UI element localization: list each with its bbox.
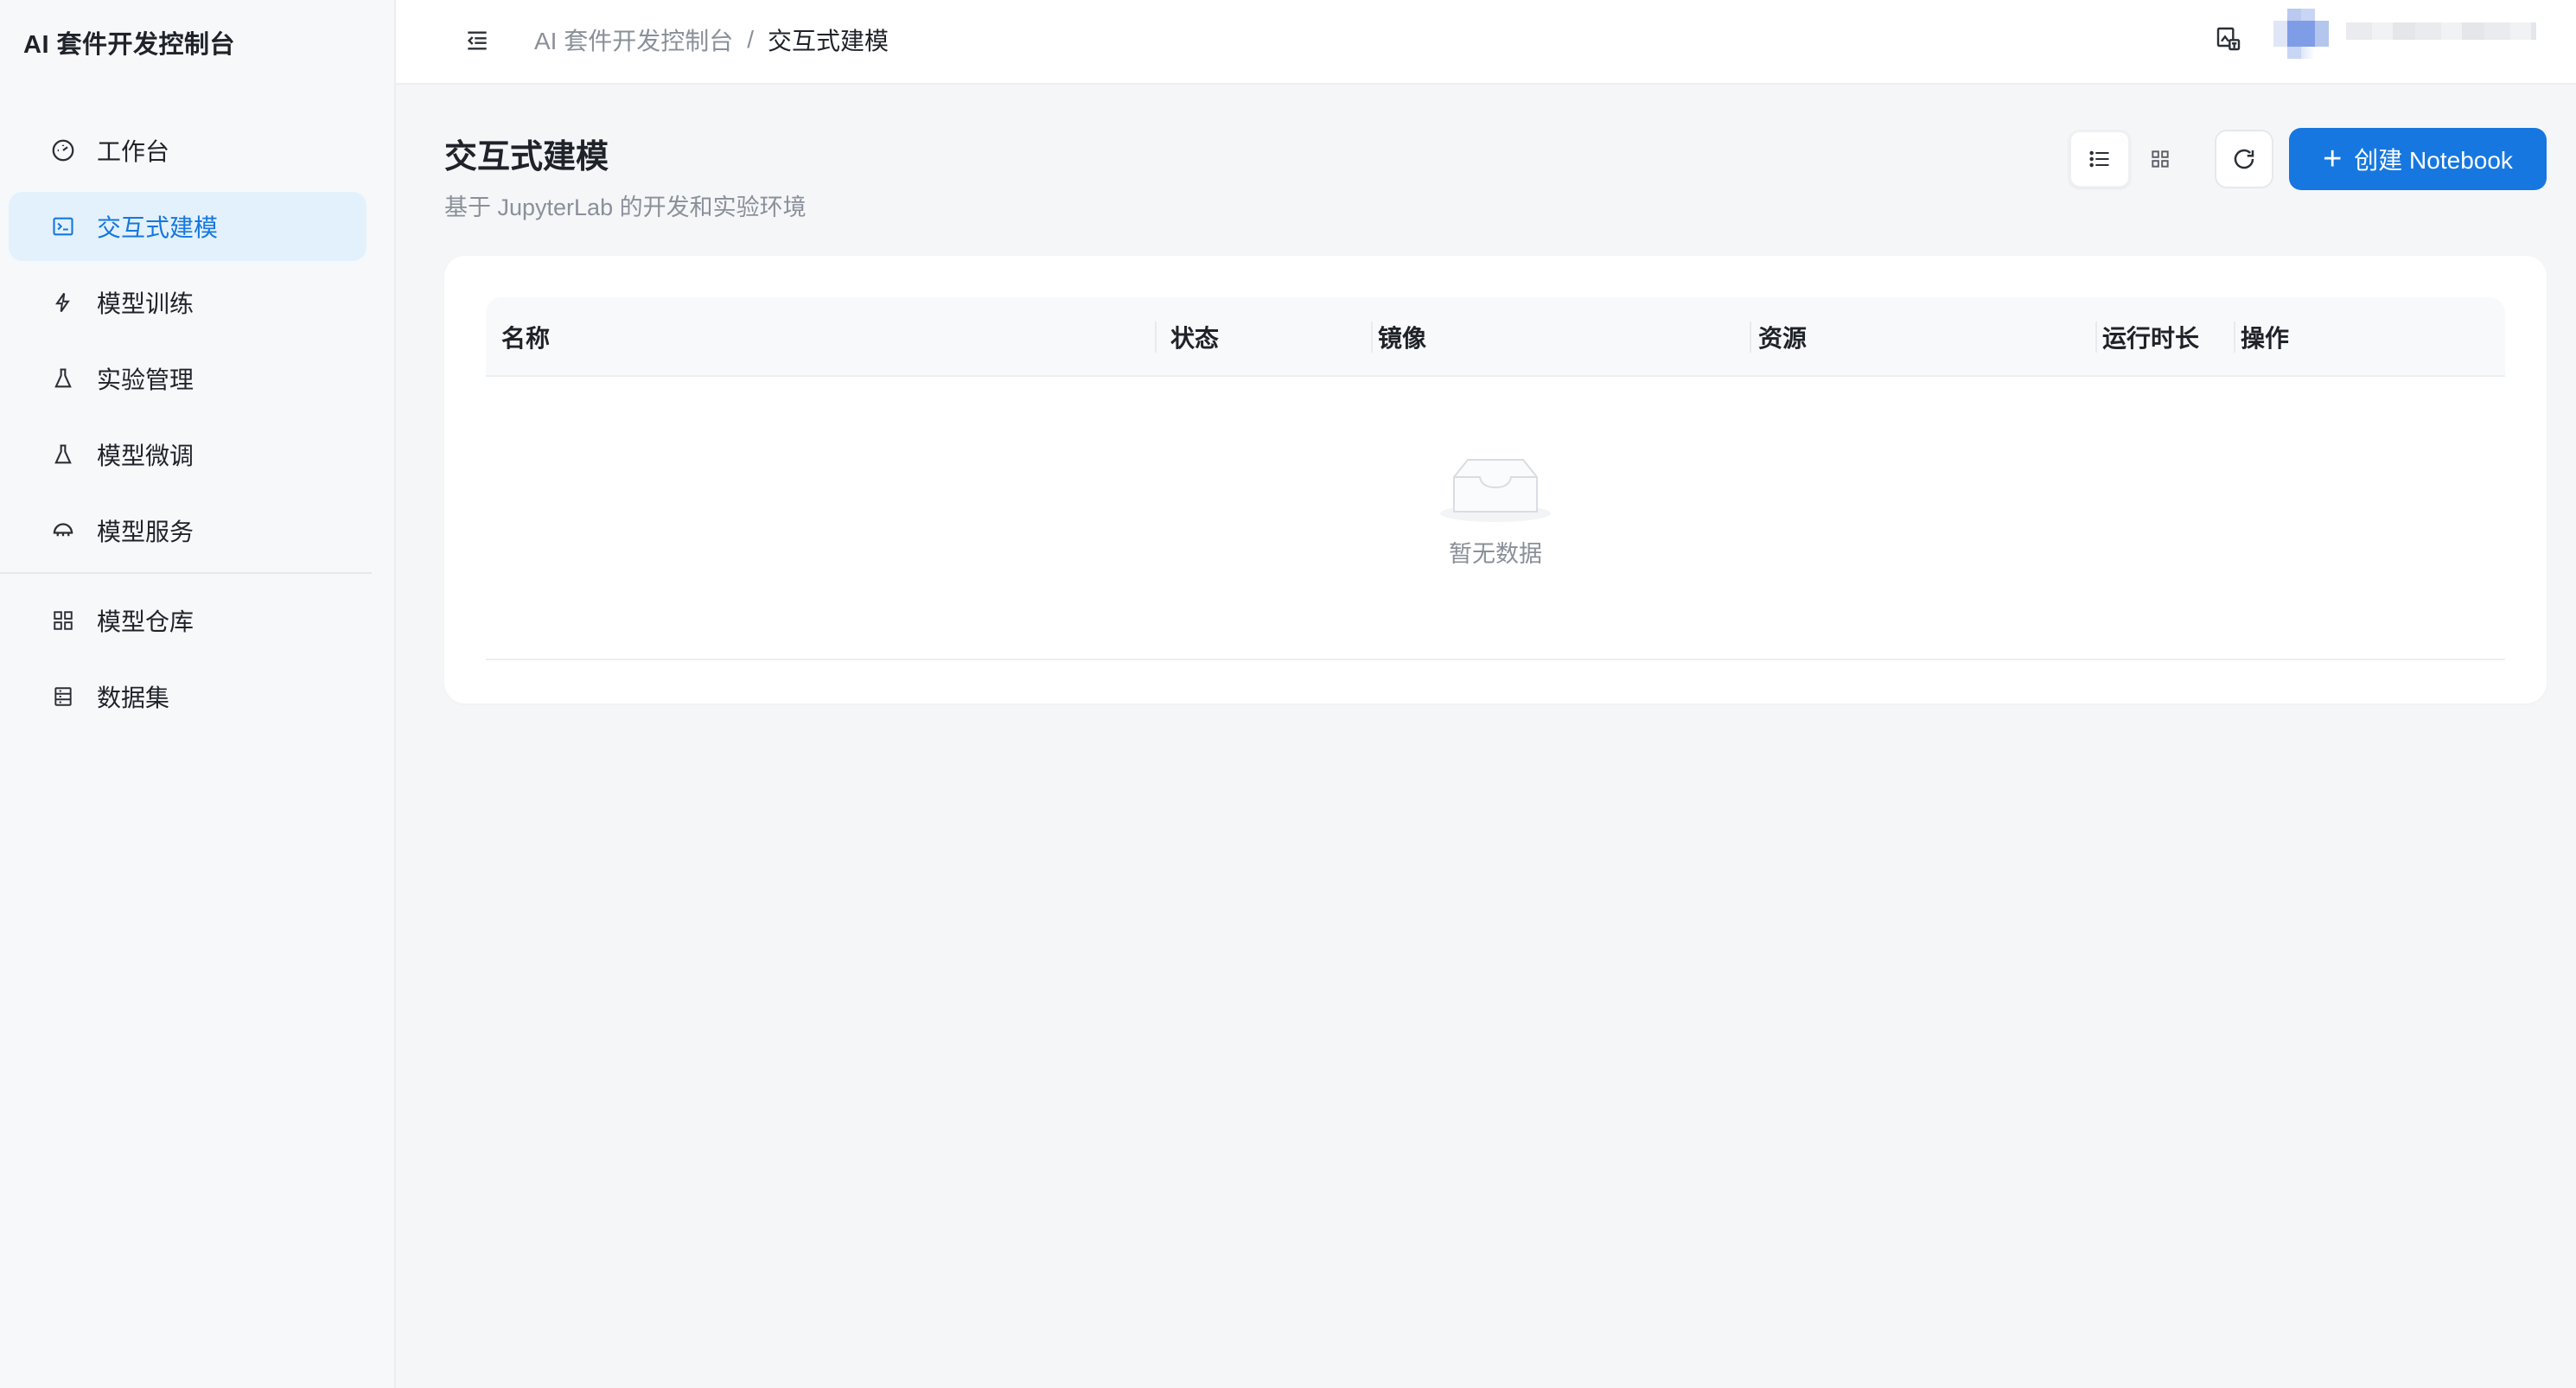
page-title: 交互式建模 bbox=[444, 139, 609, 175]
sidebar-item-model-repository[interactable]: 模型仓库 bbox=[9, 586, 367, 655]
grid-view-icon bbox=[2152, 150, 2169, 168]
sidebar-item-model-service[interactable]: 模型服务 bbox=[9, 496, 367, 565]
column-divider bbox=[1155, 322, 1157, 353]
terminal-icon bbox=[48, 212, 78, 241]
app-root: AI 套件开发控制台 工作台 交互式建模 模型训练 实验管理 模型微调 模型服务… bbox=[0, 0, 2576, 1388]
breadcrumb: AI 套件开发控制台 / 交互式建模 bbox=[534, 22, 889, 57]
empty-state: 暂无数据 bbox=[1399, 451, 1592, 569]
sidebar-item-interactive-modeling[interactable]: 交互式建模 bbox=[9, 192, 367, 261]
create-notebook-label: 创建 Notebook bbox=[2354, 147, 2513, 174]
dashboard-icon bbox=[48, 136, 78, 165]
column-header-resources: 资源 bbox=[1758, 325, 1808, 352]
breadcrumb-separator: / bbox=[747, 26, 755, 53]
list-view-icon bbox=[2089, 150, 2109, 168]
sidebar-nav: 工作台 交互式建模 模型训练 实验管理 模型微调 模型服务 模型仓库 数据集 bbox=[0, 116, 372, 738]
empty-inbox-icon bbox=[1440, 459, 1551, 522]
sidebar-item-label: 模型微调 bbox=[97, 443, 194, 469]
sidebar-item-model-training[interactable]: 模型训练 bbox=[9, 268, 367, 337]
column-divider bbox=[1750, 322, 1751, 353]
table-bottom-border bbox=[486, 659, 2505, 660]
create-notebook-button[interactable]: + 创建 Notebook bbox=[2289, 128, 2547, 190]
image-translate-button[interactable] bbox=[2211, 22, 2246, 56]
column-divider bbox=[2095, 322, 2097, 353]
sidebar-item-label: 模型仓库 bbox=[97, 608, 194, 635]
sidebar-item-label: 模型服务 bbox=[97, 519, 194, 545]
sidebar-item-label: 实验管理 bbox=[97, 366, 194, 393]
column-header-image: 镜像 bbox=[1378, 325, 1427, 352]
sidebar-item-label: 交互式建模 bbox=[97, 214, 219, 241]
column-header-runtime: 运行时长 bbox=[2102, 325, 2200, 352]
breadcrumb-current: 交互式建模 bbox=[768, 28, 889, 54]
column-header-actions: 操作 bbox=[2241, 325, 2290, 352]
top-header: AI 套件开发控制台 / 交互式建模 bbox=[396, 0, 2576, 85]
image-translate-icon bbox=[2216, 27, 2241, 51]
plus-icon: + bbox=[2323, 141, 2343, 177]
avatar[interactable] bbox=[2273, 9, 2329, 59]
sidebar-item-experiment-management[interactable]: 实验管理 bbox=[9, 344, 367, 413]
sidebar: AI 套件开发控制台 工作台 交互式建模 模型训练 实验管理 模型微调 模型服务… bbox=[0, 0, 396, 1388]
column-divider bbox=[2234, 322, 2235, 353]
flask-icon bbox=[48, 364, 78, 393]
column-header-name: 名称 bbox=[501, 325, 551, 352]
refresh-button[interactable] bbox=[2215, 130, 2273, 188]
column-header-status: 状态 bbox=[1170, 325, 1220, 352]
sidebar-divider bbox=[0, 572, 372, 574]
sidebar-item-workbench[interactable]: 工作台 bbox=[9, 116, 367, 185]
username-blurred[interactable] bbox=[2346, 22, 2536, 40]
grid-icon bbox=[48, 606, 78, 635]
grid-view-button[interactable] bbox=[2130, 131, 2190, 188]
menu-collapse-button[interactable] bbox=[460, 23, 494, 58]
cloud-icon bbox=[48, 516, 78, 545]
breadcrumb-link-console[interactable]: AI 套件开发控制台 bbox=[534, 22, 733, 57]
database-icon bbox=[48, 682, 78, 711]
page-subtitle: 基于 JupyterLab 的开发和实验环境 bbox=[444, 194, 807, 220]
sidebar-item-label: 工作台 bbox=[97, 138, 170, 165]
lightning-icon bbox=[48, 288, 78, 317]
sidebar-item-dataset[interactable]: 数据集 bbox=[9, 662, 367, 731]
list-view-button[interactable] bbox=[2069, 131, 2130, 188]
sidebar-item-label: 数据集 bbox=[97, 684, 170, 711]
table-header: 名称 状态 镜像 资源 运行时长 操作 bbox=[486, 297, 2505, 377]
empty-state-text: 暂无数据 bbox=[1449, 541, 1542, 567]
view-toggle bbox=[2069, 130, 2190, 188]
column-divider bbox=[1371, 322, 1373, 353]
brand-title: AI 套件开发控制台 bbox=[23, 31, 236, 59]
notebook-table-card: 名称 状态 镜像 资源 运行时长 操作 暂无数据 bbox=[444, 256, 2547, 704]
flask-icon bbox=[48, 440, 78, 469]
sidebar-item-label: 模型训练 bbox=[97, 290, 194, 317]
menu-fold-icon bbox=[467, 31, 487, 50]
refresh-icon bbox=[2234, 149, 2254, 169]
sidebar-group-resources: 模型仓库 数据集 bbox=[9, 586, 367, 731]
sidebar-item-model-finetune[interactable]: 模型微调 bbox=[9, 420, 367, 489]
